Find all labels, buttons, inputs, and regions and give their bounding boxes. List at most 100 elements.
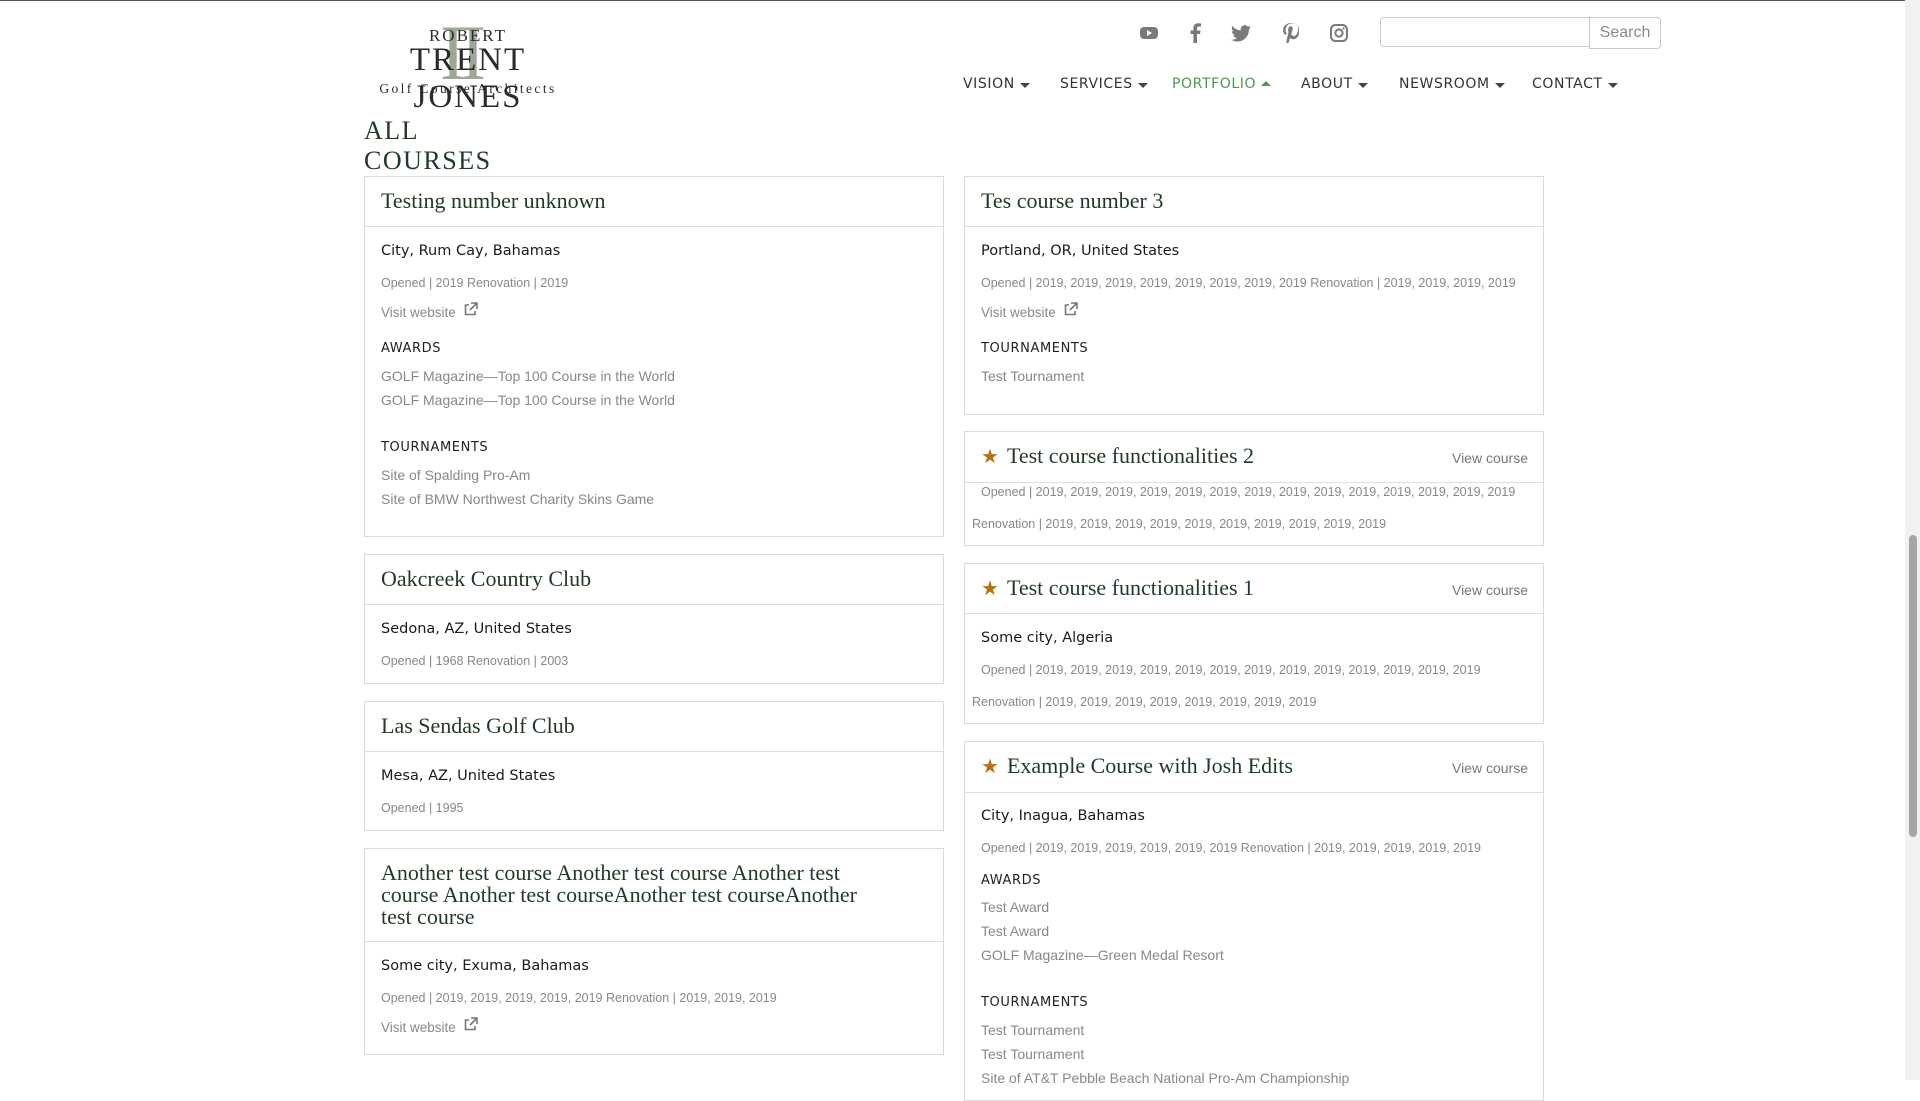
course-title-text: Test course functionalities 2 xyxy=(1006,443,1255,468)
course-title[interactable]: Tes course number 3 xyxy=(981,190,1163,212)
course-renovation-dates: Renovation | 2019, 2019, 2019, 2019, 201… xyxy=(972,517,1387,531)
award-item: GOLF Magazine—Green Medal Resort xyxy=(981,947,1224,963)
tournaments-heading: TOURNAMENTS xyxy=(381,440,489,455)
page-title: ALL COURSES xyxy=(364,116,545,185)
course-title-line[interactable]: Another test course Another test course … xyxy=(381,862,840,884)
external-link-icon xyxy=(464,1017,478,1031)
course-title[interactable]: ★ Test course functionalities 2 xyxy=(981,443,1255,469)
nav-contact[interactable]: CONTACT xyxy=(1532,76,1618,92)
nav-portfolio[interactable]: PORTFOLIO xyxy=(1172,76,1272,92)
tournament-item: Test Tournament xyxy=(981,1046,1085,1062)
course-title[interactable]: Testing number unknown xyxy=(381,190,606,212)
visit-website-label: Visit website xyxy=(381,1020,456,1035)
course-dates: Opened | 2019, 2019, 2019, 2019, 2019, 2… xyxy=(981,841,1481,855)
logo-line-trent-jones: TRENT JONES xyxy=(409,42,527,115)
pinterest-icon[interactable] xyxy=(1276,18,1306,48)
facebook-icon[interactable] xyxy=(1180,18,1210,48)
course-dates: Opened | 2019, 2019, 2019, 2019, 2019, 2… xyxy=(981,276,1516,290)
card-header: ★ Example Course with Josh Edits View cou… xyxy=(965,742,1543,793)
course-title[interactable]: ★ Test course functionalities 1 xyxy=(981,575,1255,601)
course-card-featured: ★ Test course functionalities 1 View cour… xyxy=(964,563,1544,724)
view-course-link[interactable]: View course xyxy=(1452,450,1528,466)
course-dates: Opened | 1995 xyxy=(381,801,464,815)
caret-down-icon xyxy=(1019,82,1030,88)
course-card: Tes course number 3 Portland, OR, United… xyxy=(964,176,1544,415)
course-title-text: Test course functionalities 1 xyxy=(1006,575,1255,600)
search-button[interactable]: Search xyxy=(1589,17,1661,49)
nav-label: ABOUT xyxy=(1301,76,1353,92)
card-header: ★ Test course functionalities 2 View cour… xyxy=(965,432,1543,483)
nav-about[interactable]: ABOUT xyxy=(1301,76,1368,92)
star-icon: ★ xyxy=(981,756,999,778)
tournament-item: Test Tournament xyxy=(981,368,1085,384)
course-card: Oakcreek Country Club Sedona, AZ, United… xyxy=(364,554,944,684)
course-location: Mesa, AZ, United States xyxy=(381,768,556,784)
course-title[interactable]: ★ Example Course with Josh Edits xyxy=(981,755,1293,779)
caret-down-icon xyxy=(1357,82,1368,88)
card-header: Oakcreek Country Club xyxy=(365,555,943,605)
nav-label: SERVICES xyxy=(1060,76,1133,92)
nav-vision[interactable]: VISION xyxy=(963,76,1030,92)
course-renovation-dates: Renovation | 2019, 2019, 2019, 2019, 201… xyxy=(972,695,1317,709)
course-title-line[interactable]: course Another test courseAnother test c… xyxy=(381,884,857,906)
course-location: Sedona, AZ, United States xyxy=(381,621,572,637)
card-header: ★ Test course functionalities 1 View cour… xyxy=(965,564,1543,614)
course-location: City, Inagua, Bahamas xyxy=(981,808,1145,824)
nav-label: CONTACT xyxy=(1532,76,1603,92)
visit-website-link[interactable]: Visit website xyxy=(381,302,478,320)
tournament-item: Site of BMW Northwest Charity Skins Game xyxy=(381,491,655,507)
course-dates: Opened | 1968 Renovation | 2003 xyxy=(381,654,569,668)
view-course-link[interactable]: View course xyxy=(1452,760,1528,776)
caret-down-icon xyxy=(1137,82,1148,88)
course-title[interactable]: Las Sendas Golf Club xyxy=(381,715,575,737)
card-header: Tes course number 3 xyxy=(965,177,1543,227)
course-card-featured: ★ Example Course with Josh Edits View cou… xyxy=(964,741,1544,1101)
star-icon: ★ xyxy=(981,446,999,468)
star-icon: ★ xyxy=(981,578,999,600)
nav-newsroom[interactable]: NEWSROOM xyxy=(1399,76,1505,92)
nav-label: NEWSROOM xyxy=(1399,76,1490,92)
course-location: Some city, Algeria xyxy=(981,630,1114,646)
visit-website-link[interactable]: Visit website xyxy=(981,302,1078,320)
tournaments-heading: TOURNAMENTS xyxy=(981,341,1089,356)
awards-heading: AWARDS xyxy=(381,341,442,356)
twitter-icon[interactable] xyxy=(1226,18,1256,48)
view-course-link[interactable]: View course xyxy=(1452,582,1528,598)
course-title-line[interactable]: test course xyxy=(381,906,474,928)
caret-down-icon xyxy=(1607,82,1618,88)
nav-label: VISION xyxy=(963,76,1015,92)
award-item: Test Award xyxy=(981,923,1050,939)
external-link-icon xyxy=(464,302,478,316)
tournament-item: Site of AT&T Pebble Beach National Pro-A… xyxy=(981,1070,1350,1086)
nav-services[interactable]: SERVICES xyxy=(1060,76,1148,92)
search-input[interactable] xyxy=(1380,17,1589,47)
course-location: Some city, Exuma, Bahamas xyxy=(381,958,589,974)
card-header: Another test course Another test course … xyxy=(365,849,943,942)
logo-tagline: Golf Course Architects xyxy=(379,81,557,96)
youtube-icon[interactable] xyxy=(1134,18,1164,48)
scrollbar-thumb[interactable] xyxy=(1909,535,1917,837)
card-header: Testing number unknown xyxy=(365,177,943,227)
top-border xyxy=(0,0,1920,1)
nav-label: PORTFOLIO xyxy=(1172,76,1257,92)
course-card-featured: ★ Test course functionalities 2 View cour… xyxy=(964,431,1544,546)
card-header: Las Sendas Golf Club xyxy=(365,702,943,752)
tournament-item: Test Tournament xyxy=(981,1022,1085,1038)
tournament-item: Site of Spalding Pro-Am xyxy=(381,467,531,483)
course-dates: Opened | 2019, 2019, 2019, 2019, 2019 Re… xyxy=(381,991,777,1005)
course-opened-dates: Opened | 2019, 2019, 2019, 2019, 2019, 2… xyxy=(981,663,1481,677)
caret-up-icon xyxy=(1261,80,1272,86)
visit-website-link[interactable]: Visit website xyxy=(381,1017,478,1035)
award-item: GOLF Magazine—Top 100 Course in the Worl… xyxy=(381,368,675,384)
course-location: City, Rum Cay, Bahamas xyxy=(381,243,561,259)
course-card: Another test course Another test course … xyxy=(364,848,944,1055)
course-opened-dates: Opened | 2019, 2019, 2019, 2019, 2019, 2… xyxy=(981,485,1516,499)
visit-website-label: Visit website xyxy=(981,305,1056,320)
award-item: Test Award xyxy=(981,899,1050,915)
course-location: Portland, OR, United States xyxy=(981,243,1180,259)
course-title[interactable]: Oakcreek Country Club xyxy=(381,568,591,590)
course-dates: Opened | 2019 Renovation | 2019 xyxy=(381,276,569,290)
logo[interactable]: II ROBERT TRENT JONES Golf Course Archit… xyxy=(352,14,584,116)
visit-website-label: Visit website xyxy=(381,305,456,320)
instagram-icon[interactable] xyxy=(1324,18,1354,48)
